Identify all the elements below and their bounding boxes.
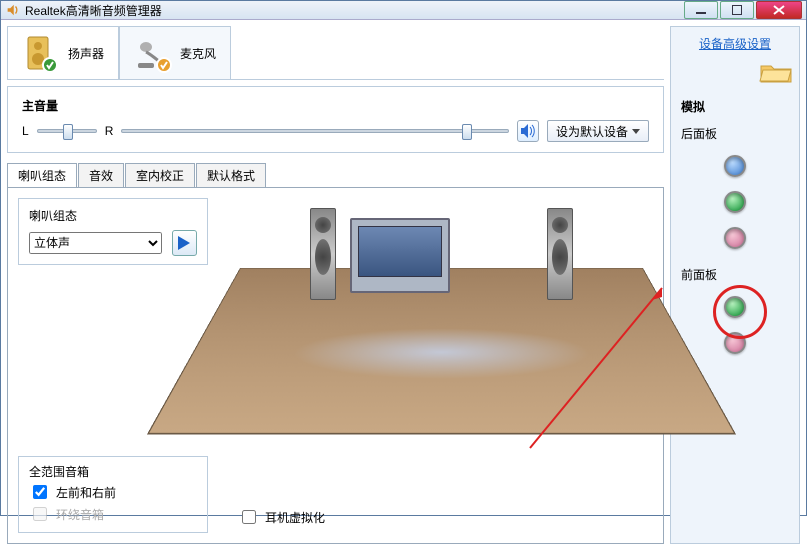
left-speaker-icon <box>310 208 336 300</box>
tab-microphone[interactable]: 麦克风 <box>119 26 231 79</box>
chk-front-lr-input[interactable] <box>33 485 47 499</box>
close-button[interactable] <box>756 1 802 19</box>
rear-panel-label: 后面板 <box>681 125 717 142</box>
right-speaker-icon <box>547 208 573 300</box>
jack-rear-pink[interactable] <box>724 227 746 249</box>
volume-label: 主音量 <box>22 97 649 114</box>
maximize-button[interactable] <box>720 1 754 19</box>
subtab-config[interactable]: 喇叭组态 <box>7 163 77 187</box>
set-default-button[interactable]: 设为默认设备 <box>547 120 649 142</box>
microphone-icon <box>134 33 174 73</box>
front-panel-label: 前面板 <box>681 266 717 283</box>
chk-front-lr-label: 左前和右前 <box>56 484 116 501</box>
config-label: 喇叭组态 <box>29 207 197 224</box>
play-icon <box>178 236 190 250</box>
chk-surround[interactable]: 环绕音箱 <box>29 504 197 524</box>
folder-icon[interactable] <box>759 60 793 84</box>
speaker-realtek-icon <box>5 3 19 17</box>
tv-icon <box>350 218 450 293</box>
balance-left-label: L <box>22 124 29 138</box>
chk-front-lr[interactable]: 左前和右前 <box>29 482 197 502</box>
speaker-icon <box>22 33 62 73</box>
speaker-config-select[interactable]: 立体声 <box>29 232 162 254</box>
chk-surround-label: 环绕音箱 <box>56 506 104 523</box>
mute-button[interactable] <box>517 120 539 142</box>
section-analog-label: 模拟 <box>681 98 705 115</box>
balance-slider[interactable] <box>37 129 97 133</box>
tab-speaker[interactable]: 扬声器 <box>7 26 119 79</box>
sub-tabs: 喇叭组态 音效 室内校正 默认格式 <box>7 163 664 188</box>
fullrange-title: 全范围音箱 <box>29 463 197 480</box>
test-play-button[interactable] <box>172 230 197 256</box>
jack-rear-blue[interactable] <box>724 155 746 177</box>
sound-icon <box>520 124 536 138</box>
chevron-down-icon <box>632 129 640 134</box>
subtab-format[interactable]: 默认格式 <box>196 163 266 187</box>
tab-speaker-label: 扬声器 <box>68 45 104 62</box>
chk-headphone-virt-input[interactable] <box>242 510 256 524</box>
jack-rear-green[interactable] <box>724 191 746 213</box>
chk-surround-input <box>33 507 47 521</box>
titlebar: Realtek高清晰音频管理器 <box>1 1 806 20</box>
set-default-label: 设为默认设备 <box>556 123 628 140</box>
device-tabs: 扬声器 麦克风 <box>7 26 664 80</box>
chk-headphone-virt[interactable]: 耳机虚拟化 <box>238 507 325 527</box>
balance-right-label: R <box>105 124 114 138</box>
minimize-button[interactable] <box>684 1 718 19</box>
advanced-settings-link[interactable]: 设备高级设置 <box>699 35 771 52</box>
jack-front-green[interactable] <box>724 296 746 318</box>
speaker-scene <box>230 198 653 448</box>
subtab-room[interactable]: 室内校正 <box>125 163 195 187</box>
tab-microphone-label: 麦克风 <box>180 45 216 62</box>
volume-slider[interactable] <box>121 129 509 133</box>
window-title: Realtek高清晰音频管理器 <box>25 2 684 19</box>
chk-headphone-virt-label: 耳机虚拟化 <box>265 509 325 526</box>
subtab-effect[interactable]: 音效 <box>78 163 124 187</box>
